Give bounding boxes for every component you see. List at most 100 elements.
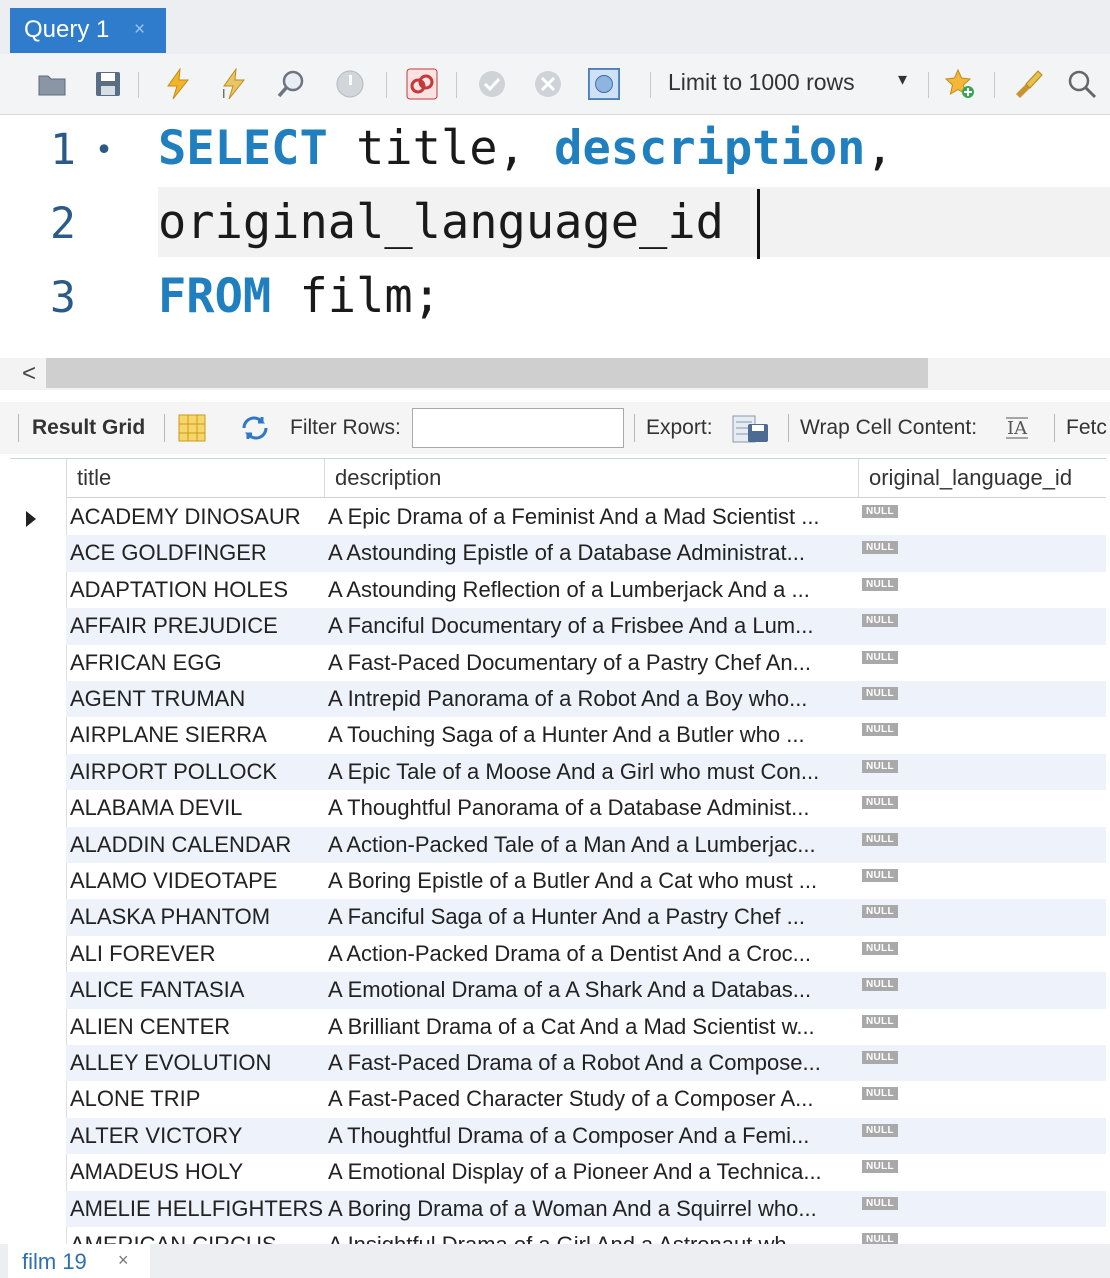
cell-description[interactable]: A Astounding Epistle of a Database Admin… — [324, 535, 858, 571]
cell-original-language-id[interactable]: NULL — [858, 645, 1106, 681]
cell-title[interactable]: ALICE FANTASIA — [66, 972, 324, 1008]
cell-title[interactable]: ALONE TRIP — [66, 1081, 324, 1117]
cell-description[interactable]: A Emotional Drama of a A Shark And a Dat… — [324, 972, 858, 1008]
scroll-left-arrow-icon[interactable]: < — [22, 360, 36, 388]
cell-original-language-id[interactable]: NULL — [858, 936, 1106, 972]
cell-original-language-id[interactable]: NULL — [858, 1154, 1106, 1190]
cell-title[interactable]: AMADEUS HOLY — [66, 1154, 324, 1190]
table-row[interactable]: ALTER VICTORY A Thoughtful Drama of a Com… — [66, 1117, 1106, 1155]
save-icon[interactable] — [92, 68, 124, 100]
cell-original-language-id[interactable]: NULL — [858, 827, 1106, 863]
table-row[interactable]: AMERICAN CIRCUS A Insightful Drama of a G… — [66, 1227, 1106, 1245]
cell-title[interactable]: ALASKA PHANTOM — [66, 899, 324, 935]
cell-description[interactable]: A Boring Epistle of a Butler And a Cat w… — [324, 863, 858, 899]
execute-current-icon[interactable]: I — [218, 68, 250, 100]
cell-title[interactable]: ALAMO VIDEOTAPE — [66, 863, 324, 899]
beautify-icon[interactable] — [1012, 68, 1044, 100]
cell-original-language-id[interactable]: NULL — [858, 1227, 1106, 1245]
cell-title[interactable]: ACE GOLDFINGER — [66, 535, 324, 571]
cell-title[interactable]: ALIEN CENTER — [66, 1009, 324, 1045]
wrap-text-icon[interactable]: IA — [1004, 414, 1030, 448]
search-icon[interactable] — [1066, 68, 1098, 100]
table-row[interactable]: ACE GOLDFINGER A Astounding Epistle of a … — [66, 535, 1106, 572]
cell-title[interactable]: AIRPLANE SIERRA — [66, 717, 324, 753]
commit-icon[interactable] — [476, 68, 508, 100]
cell-title[interactable]: AMERICAN CIRCUS — [66, 1227, 324, 1245]
cell-original-language-id[interactable]: NULL — [858, 499, 1106, 535]
cell-original-language-id[interactable]: NULL — [858, 681, 1106, 717]
tab-close-icon[interactable]: × — [134, 19, 145, 41]
grid-layout-icon[interactable] — [178, 414, 206, 448]
cell-description[interactable]: A Fanciful Documentary of a Frisbee And … — [324, 608, 858, 644]
column-header-original-language-id[interactable]: original_language_id — [858, 459, 1106, 497]
table-row[interactable]: AFRICAN EGG A Fast-Paced Documentary of a… — [66, 645, 1106, 681]
cell-original-language-id[interactable]: NULL — [858, 1118, 1106, 1154]
cell-title[interactable]: ALLEY EVOLUTION — [66, 1045, 324, 1081]
cell-description[interactable]: A Insightful Drama of a Girl And a Astro… — [324, 1227, 858, 1245]
cell-description[interactable]: A Action-Packed Drama of a Dentist And a… — [324, 936, 858, 972]
tab-query-1[interactable]: Query 1 × — [10, 8, 166, 53]
cell-description[interactable]: A Epic Tale of a Moose And a Girl who mu… — [324, 754, 858, 790]
cell-original-language-id[interactable]: NULL — [858, 1191, 1106, 1227]
table-row[interactable]: AMELIE HELLFIGHTERS A Boring Drama of a W… — [66, 1190, 1106, 1227]
cell-description[interactable]: A Boring Drama of a Woman And a Squirrel… — [324, 1191, 858, 1227]
cell-original-language-id[interactable]: NULL — [858, 1081, 1106, 1117]
filter-rows-input[interactable] — [412, 408, 624, 448]
table-row[interactable]: ALADDIN CALENDAR A Action-Packed Tale of … — [66, 826, 1106, 863]
cell-title[interactable]: ADAPTATION HOLES — [66, 572, 324, 608]
cell-original-language-id[interactable]: NULL — [858, 1045, 1106, 1081]
table-row[interactable]: AFFAIR PREJUDICE A Fanciful Documentary o… — [66, 608, 1106, 645]
cell-description[interactable]: A Action-Packed Tale of a Man And a Lumb… — [324, 827, 858, 863]
cell-description[interactable]: A Astounding Reflection of a Lumberjack … — [324, 572, 858, 608]
cell-original-language-id[interactable]: NULL — [858, 608, 1106, 644]
table-row[interactable]: ALIEN CENTER A Brilliant Drama of a Cat A… — [66, 1009, 1106, 1045]
cell-title[interactable]: ALI FOREVER — [66, 936, 324, 972]
table-row[interactable]: ALONE TRIP A Fast-Paced Character Study o… — [66, 1081, 1106, 1117]
cell-title[interactable]: ALABAMA DEVIL — [66, 790, 324, 826]
autocommit-icon[interactable] — [588, 68, 620, 100]
table-row[interactable]: AMADEUS HOLY A Emotional Display of a Pio… — [66, 1154, 1106, 1190]
table-row[interactable]: ALASKA PHANTOM A Fanciful Saga of a Hunte… — [66, 899, 1106, 936]
cell-title[interactable]: ALTER VICTORY — [66, 1118, 324, 1154]
cell-description[interactable]: A Intrepid Panorama of a Robot And a Boy… — [324, 681, 858, 717]
cell-description[interactable]: A Fast-Paced Character Study of a Compos… — [324, 1081, 858, 1117]
table-row[interactable]: AIRPLANE SIERRA A Touching Saga of a Hunt… — [66, 717, 1106, 753]
table-row[interactable]: ACADEMY DINOSAUR A Epic Drama of a Femini… — [66, 499, 1106, 535]
cell-description[interactable]: A Epic Drama of a Feminist And a Mad Sci… — [324, 499, 858, 535]
cell-original-language-id[interactable]: NULL — [858, 863, 1106, 899]
cell-original-language-id[interactable]: NULL — [858, 972, 1106, 1008]
cell-original-language-id[interactable]: NULL — [858, 790, 1106, 826]
cell-original-language-id[interactable]: NULL — [858, 754, 1106, 790]
scrollbar-thumb[interactable] — [46, 358, 928, 388]
column-header-description[interactable]: description — [324, 459, 858, 497]
rollback-icon[interactable] — [532, 68, 564, 100]
cell-description[interactable]: A Emotional Display of a Pioneer And a T… — [324, 1154, 858, 1190]
cell-title[interactable]: AGENT TRUMAN — [66, 681, 324, 717]
tab-close-icon[interactable]: × — [118, 1250, 129, 1271]
cell-original-language-id[interactable]: NULL — [858, 1009, 1106, 1045]
cell-title[interactable]: ALADDIN CALENDAR — [66, 827, 324, 863]
cell-description[interactable]: A Thoughtful Drama of a Composer And a F… — [324, 1118, 858, 1154]
column-header-title[interactable]: title — [66, 459, 324, 497]
cell-description[interactable]: A Thoughtful Panorama of a Database Admi… — [324, 790, 858, 826]
result-grid-tab[interactable]: Result Grid — [32, 416, 145, 440]
add-favorite-icon[interactable] — [944, 68, 976, 100]
cell-description[interactable]: A Fast-Paced Documentary of a Pastry Che… — [324, 645, 858, 681]
cell-title[interactable]: AFFAIR PREJUDICE — [66, 608, 324, 644]
limit-rows-select[interactable]: Limit to 1000 rows ▾ — [666, 66, 916, 100]
cell-title[interactable]: ACADEMY DINOSAUR — [66, 499, 324, 535]
stop-icon[interactable] — [334, 68, 366, 100]
table-row[interactable]: ALAMO VIDEOTAPE A Boring Epistle of a But… — [66, 863, 1106, 899]
table-row[interactable]: ALABAMA DEVIL A Thoughtful Panorama of a … — [66, 790, 1106, 826]
sql-editor[interactable]: 1 • SELECT title, description, 2 origina… — [0, 115, 1110, 358]
cell-title[interactable]: AFRICAN EGG — [66, 645, 324, 681]
cell-original-language-id[interactable]: NULL — [858, 717, 1106, 753]
execute-icon[interactable] — [162, 68, 194, 100]
table-row[interactable]: AIRPORT POLLOCK A Epic Tale of a Moose An… — [66, 753, 1106, 791]
cell-description[interactable]: A Fast-Paced Drama of a Robot And a Comp… — [324, 1045, 858, 1081]
table-row[interactable]: ALLEY EVOLUTION A Fast-Paced Drama of a R… — [66, 1045, 1106, 1082]
table-row[interactable]: ALI FOREVER A Action-Packed Drama of a De… — [66, 936, 1106, 972]
tab-film-19[interactable]: film 19 × — [8, 1244, 150, 1278]
cell-title[interactable]: AIRPORT POLLOCK — [66, 754, 324, 790]
explain-icon[interactable] — [276, 68, 308, 100]
